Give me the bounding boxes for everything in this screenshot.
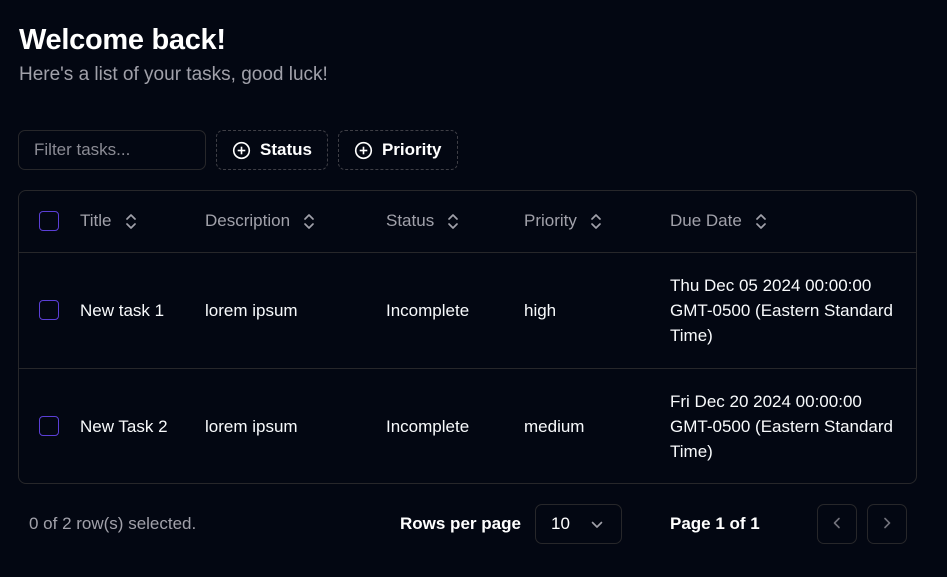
column-due-date-label: Due Date xyxy=(670,211,742,231)
sort-due-date-button[interactable]: Due Date xyxy=(670,211,767,231)
task-title-cell: New Task 2 xyxy=(80,416,168,436)
chevron-up-down-icon xyxy=(755,213,767,230)
select-all-cell xyxy=(19,191,80,252)
table-row[interactable]: New task 1 lorem ipsum Incomplete high T… xyxy=(19,252,916,368)
selected-rows-count: 0 of 2 row(s) selected. xyxy=(29,514,197,533)
sort-description-button[interactable]: Description xyxy=(205,211,315,231)
table-row[interactable]: New Task 2 lorem ipsum Incomplete medium… xyxy=(19,368,916,483)
status-filter-label: Status xyxy=(260,140,312,159)
task-status-cell: Incomplete xyxy=(386,300,470,320)
table-pagination: 0 of 2 row(s) selected. Rows per page 10… xyxy=(0,504,947,544)
page-title: Welcome back! xyxy=(19,24,226,56)
task-due-date-cell: Thu Dec 05 2024 00:00:00 GMT-0500 (Easte… xyxy=(670,275,894,345)
priority-filter-button[interactable]: Priority xyxy=(337,130,458,170)
chevron-right-icon xyxy=(883,517,891,532)
task-priority-cell: medium xyxy=(524,416,585,436)
task-description-cell: lorem ipsum xyxy=(205,416,298,436)
column-header-title: Title xyxy=(80,191,205,252)
row-select-checkbox[interactable] xyxy=(39,416,59,437)
chevron-up-down-icon xyxy=(303,213,315,230)
sort-priority-button[interactable]: Priority xyxy=(524,211,602,231)
chevron-up-down-icon xyxy=(590,213,602,230)
chevron-down-icon xyxy=(591,514,603,534)
task-due-date-cell: Fri Dec 20 2024 00:00:00 GMT-0500 (Easte… xyxy=(670,391,894,461)
sort-title-button[interactable]: Title xyxy=(80,211,137,231)
task-title-cell: New task 1 xyxy=(80,300,165,320)
column-status-label: Status xyxy=(386,211,435,231)
chevron-up-down-icon xyxy=(447,213,459,230)
page-subtitle: Here's a list of your tasks, good luck! xyxy=(19,64,328,85)
row-select-cell xyxy=(19,368,80,483)
column-priority-label: Priority xyxy=(524,211,577,231)
table-toolbar: Status Priority xyxy=(18,130,458,170)
select-all-checkbox[interactable] xyxy=(39,211,59,232)
column-header-priority: Priority xyxy=(524,191,670,252)
plus-circle-icon xyxy=(232,141,251,160)
column-header-description: Description xyxy=(205,191,386,252)
task-status-cell: Incomplete xyxy=(386,416,470,436)
chevron-up-down-icon xyxy=(125,213,137,230)
filter-tasks-input[interactable] xyxy=(18,130,206,170)
column-header-due-date: Due Date xyxy=(670,191,916,252)
page-indicator: Page 1 of 1 xyxy=(670,514,760,533)
rows-per-page-label: Rows per page xyxy=(400,514,521,533)
row-select-cell xyxy=(19,252,80,368)
chevron-left-icon xyxy=(833,517,841,532)
tasks-table: Title Description Status Priority Due Da… xyxy=(18,190,917,484)
task-priority-cell: high xyxy=(524,300,557,320)
column-title-label: Title xyxy=(80,211,112,231)
sort-status-button[interactable]: Status xyxy=(386,211,459,231)
rows-per-page-select[interactable]: 10 xyxy=(535,504,622,544)
previous-page-button[interactable] xyxy=(817,504,857,544)
tasks-page: Welcome back! Here's a list of your task… xyxy=(0,0,947,577)
column-description-label: Description xyxy=(205,211,291,231)
plus-circle-icon xyxy=(354,141,373,160)
column-header-status: Status xyxy=(386,191,524,252)
table-header-row: Title Description Status Priority Due Da… xyxy=(19,191,916,252)
status-filter-button[interactable]: Status xyxy=(216,130,328,170)
task-description-cell: lorem ipsum xyxy=(205,300,298,320)
next-page-button[interactable] xyxy=(867,504,907,544)
rows-per-page-value: 10 xyxy=(551,514,570,533)
row-select-checkbox[interactable] xyxy=(39,300,59,320)
priority-filter-label: Priority xyxy=(381,140,442,159)
